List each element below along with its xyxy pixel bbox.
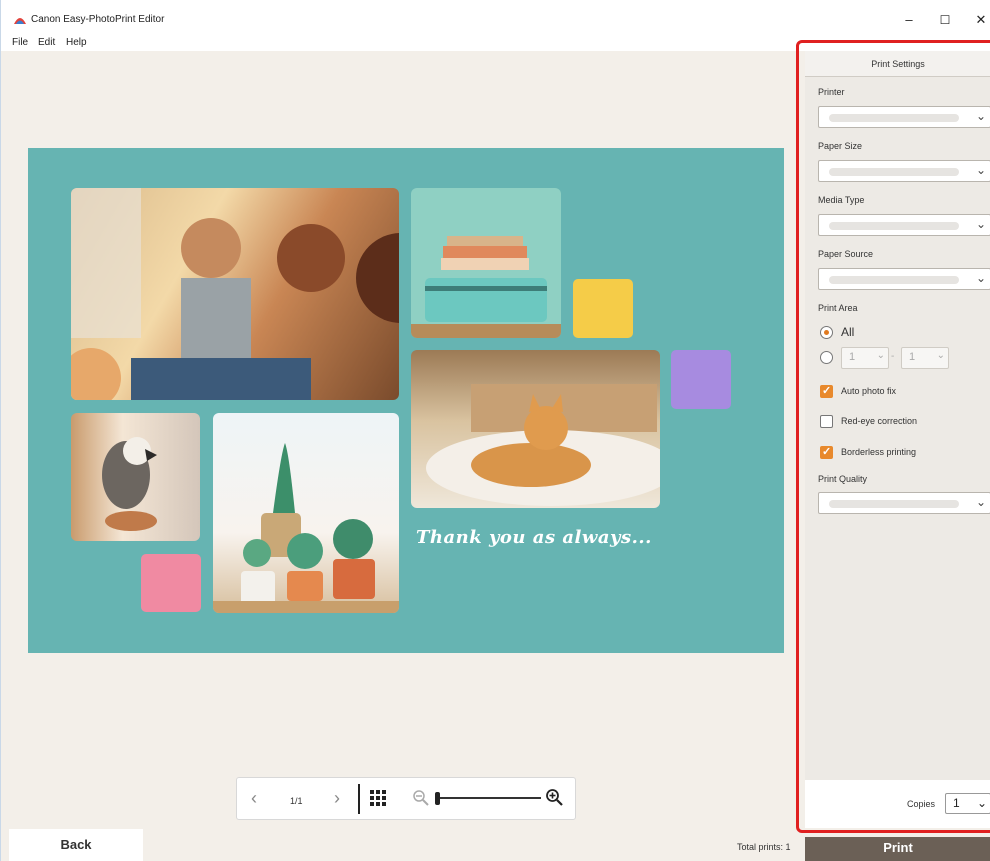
grid-view-icon[interactable]: [370, 790, 386, 806]
photo-parrot[interactable]: [71, 413, 200, 541]
photo-parrot-image: [102, 437, 157, 531]
accent-square-purple[interactable]: [671, 350, 731, 409]
navigator-divider: [358, 784, 360, 814]
zoom-slider-track[interactable]: [435, 797, 541, 799]
photo-friends-image: [71, 188, 399, 400]
zoom-slider-thumb[interactable]: [435, 792, 440, 805]
accent-square-pink[interactable]: [141, 554, 201, 612]
photo-suitcase-image: [411, 236, 561, 338]
print-button[interactable]: Print: [805, 837, 990, 861]
app-logo-icon: [14, 18, 26, 24]
menu-help[interactable]: Help: [66, 37, 87, 48]
page-indicator: 1/1: [290, 796, 303, 806]
total-prints: Total prints: 1: [737, 842, 791, 852]
menu-edit[interactable]: Edit: [38, 37, 55, 48]
photo-friends[interactable]: [71, 188, 399, 400]
photo-cactus-image: [213, 443, 399, 613]
back-button[interactable]: Back: [9, 829, 143, 861]
window-title: Canon Easy-PhotoPrint Editor: [31, 14, 165, 25]
photo-cat[interactable]: [411, 350, 660, 508]
title-bar: Canon Easy-PhotoPrint Editor – ☐ ✕: [1, 0, 990, 34]
photo-cactus[interactable]: [213, 413, 399, 613]
photo-cat-image: [426, 384, 660, 506]
maximize-button[interactable]: ☐: [935, 10, 955, 30]
photo-suitcase[interactable]: [411, 188, 561, 338]
prev-page-icon[interactable]: ‹: [251, 788, 257, 808]
accent-square-yellow[interactable]: [573, 279, 633, 338]
panel-highlight-frame: [796, 40, 990, 833]
minimize-button[interactable]: –: [899, 10, 919, 30]
menu-file[interactable]: File: [12, 37, 28, 48]
close-button[interactable]: ✕: [971, 10, 990, 30]
next-page-icon[interactable]: ›: [334, 788, 340, 808]
message-text[interactable]: Thank you as always...: [416, 527, 652, 548]
zoom-out-icon[interactable]: [413, 790, 429, 806]
zoom-in-icon[interactable]: [546, 789, 563, 806]
app-window: Canon Easy-PhotoPrint Editor – ☐ ✕ File …: [0, 0, 990, 861]
